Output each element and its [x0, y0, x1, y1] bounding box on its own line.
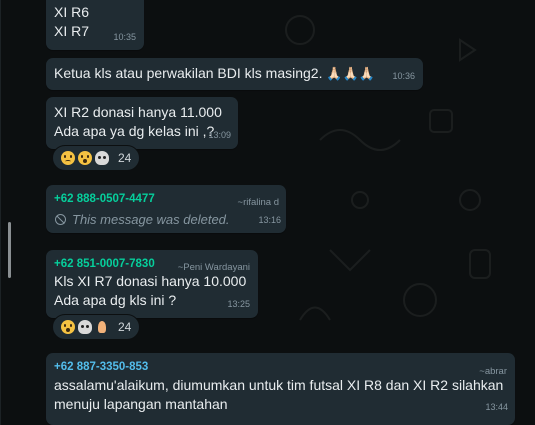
message-bubble[interactable]: +62 851-0007-7830 ~Peni Wardayani Kls XI… — [46, 250, 258, 318]
message-bubble[interactable]: +62 887-3350-853 ~abrar assalamu'alaikum… — [46, 353, 515, 425]
sender-alias: ~rifalina d — [237, 197, 279, 208]
prayer-emoji: 🙏🏻🙏🏻🙏🏻 — [326, 66, 375, 81]
message-line: Ada apa dg kls ini ? — [54, 292, 177, 308]
sad-face-emoji-icon — [61, 151, 75, 165]
reaction-bar[interactable]: 24 — [52, 145, 141, 171]
message-time: 10:36 — [392, 71, 415, 81]
message-time: 10:35 — [113, 32, 136, 42]
panel-divider — [0, 0, 1, 425]
skull-emoji-icon — [95, 151, 109, 165]
surprised-face-emoji-icon — [78, 151, 92, 165]
message-bubble[interactable]: XI R2 donasi hanya 11.000 Ada apa ya dg … — [46, 97, 238, 149]
message-line: XI R7 — [54, 23, 90, 39]
folded-hands-emoji-icon — [95, 320, 109, 334]
skull-emoji-icon — [78, 320, 92, 334]
message-time: 13:25 — [227, 299, 250, 309]
message-line: assalamu'alaikum, diumumkan untuk tim fu… — [54, 377, 504, 393]
deleted-icon — [55, 214, 66, 225]
message-line: XI R2 donasi hanya 11.000 — [54, 104, 222, 120]
sender-phone[interactable]: +62 887-3350-853 — [54, 358, 148, 377]
reaction-count: 24 — [118, 320, 132, 334]
message-text: Ketua kls atau perwakilan BDI kls masing… — [54, 65, 323, 81]
message-time: 13:44 — [485, 402, 508, 412]
message-line: menuju lapangan mantahan — [54, 396, 228, 412]
message-line: Ada apa ya dg kelas ini ,? — [54, 123, 215, 139]
message-bubble[interactable]: +62 888-0507-4477 ~rifalina d This messa… — [46, 185, 286, 233]
sender-phone[interactable]: +62 888-0507-4477 — [54, 190, 155, 209]
message-line: Kls XI R7 donasi hanya 10.000 — [54, 273, 247, 289]
scrollbar-thumb[interactable] — [8, 222, 11, 278]
reaction-bar[interactable]: 24 — [52, 314, 141, 340]
message-line: XI R6 — [54, 4, 90, 20]
surprised-face-emoji-icon — [61, 320, 75, 334]
reaction-count: 24 — [118, 151, 132, 165]
message-bubble[interactable]: Ketua kls atau perwakilan BDI kls masing… — [46, 58, 423, 90]
message-bubble[interactable]: XI R6 XI R7 10:35 — [46, 0, 144, 50]
message-time: 13:09 — [208, 130, 231, 140]
message-time: 13:16 — [258, 215, 281, 225]
deleted-message-text: This message was deleted. — [72, 212, 230, 227]
